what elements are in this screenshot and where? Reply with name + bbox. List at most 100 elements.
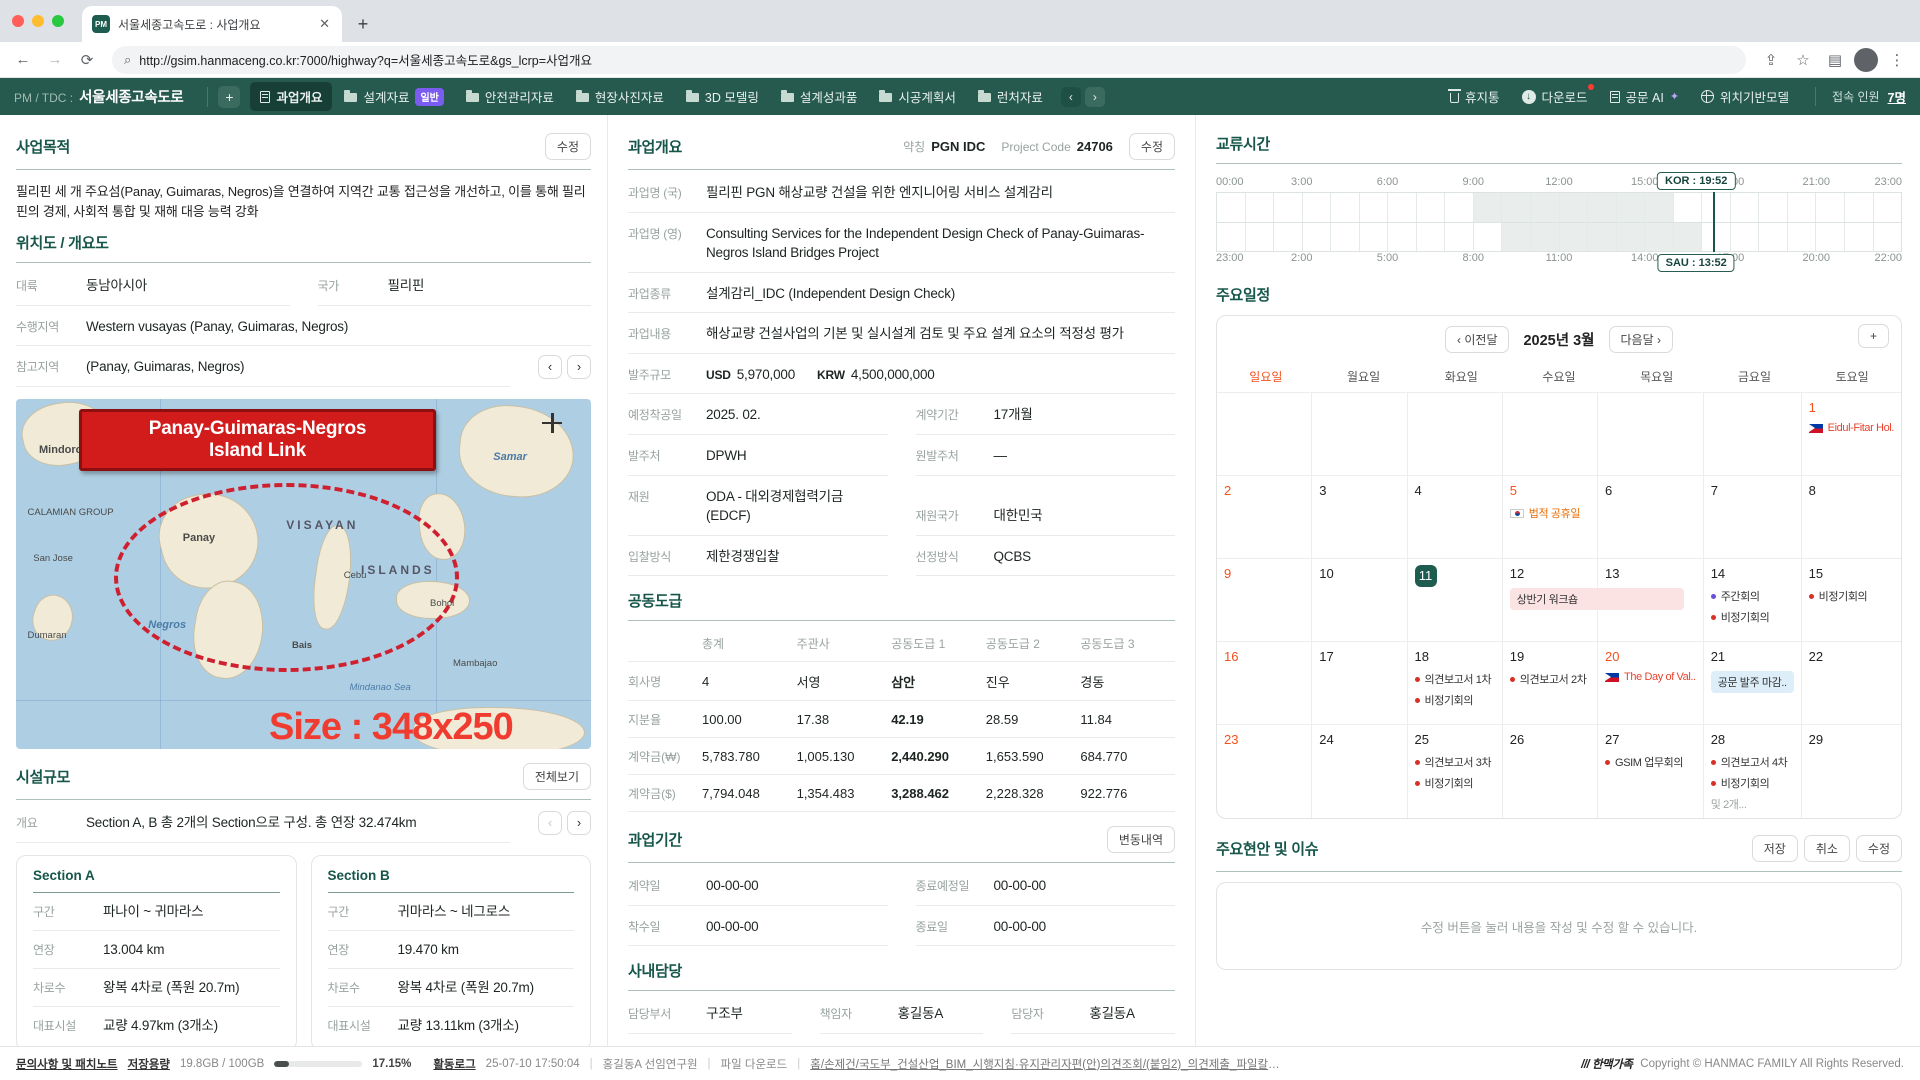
수정-button[interactable]: 수정 <box>1856 835 1902 862</box>
calendar-day-4[interactable]: 4 <box>1408 476 1503 559</box>
calendar-event[interactable]: GSIM 업무회의 <box>1605 754 1696 770</box>
calendar-day-6[interactable]: 6 <box>1598 476 1704 559</box>
next-month-button[interactable]: 다음달 › <box>1609 326 1673 353</box>
change-history-button[interactable]: 변동내역 <box>1107 826 1175 853</box>
calendar-day-1[interactable]: 1Eidul-Fitar Hol. <box>1802 393 1901 476</box>
add-tab-button[interactable]: + <box>218 86 240 108</box>
reload-icon[interactable]: ⟳ <box>74 47 100 73</box>
nav-tab-설계자료[interactable]: 설계자료일반 <box>334 82 453 111</box>
navbar-item-휴지통[interactable]: 휴지통 <box>1450 87 1500 106</box>
next-arrow-button[interactable]: › <box>567 811 591 835</box>
add-event-button[interactable]: + <box>1858 324 1889 348</box>
task-edit-button[interactable]: 수정 <box>1129 133 1175 160</box>
calendar-day-21[interactable]: 21공문 발주 마감.. <box>1704 642 1802 725</box>
calendar-day-26[interactable]: 26 <box>1503 725 1598 818</box>
calendar-day-20[interactable]: 20The Day of Val.. <box>1598 642 1704 725</box>
calendar-day-23[interactable]: 23 <box>1217 725 1312 818</box>
share-icon[interactable]: ⇪ <box>1758 47 1784 73</box>
online-users[interactable]: 접속 인원 7명 <box>1815 87 1906 106</box>
nav-tab-안전관리자료[interactable]: 안전관리자료 <box>456 82 564 111</box>
new-tab-button[interactable]: + <box>350 11 376 37</box>
joint-table-row: 지분율100.0017.3842.1928.5911.84 <box>628 701 1175 738</box>
nav-tab-설계성과품[interactable]: 설계성과품 <box>771 82 868 111</box>
inquiries-patchnotes-link[interactable]: 문의사항 및 패치노트 <box>16 1056 118 1072</box>
calendar-event[interactable]: 주간회의 <box>1711 588 1794 604</box>
task-period-title: 과업기간 <box>628 829 682 850</box>
navbar-item-위치기반모델[interactable]: 위치기반모델 <box>1701 87 1789 106</box>
calendar-event[interactable]: 비정기회의 <box>1415 775 1495 791</box>
calendar-day-9[interactable]: 9 <box>1217 559 1312 642</box>
browser-menu-icon[interactable]: ⋮ <box>1884 47 1910 73</box>
prev-arrow-button[interactable]: ‹ <box>538 355 562 379</box>
file-path-link[interactable]: 홈/손제건/국도부_건설산업_BIM_시행지침·유지관리자편(안)의견조회/(붙… <box>810 1056 1280 1072</box>
calendar-day-17[interactable]: 17 <box>1312 642 1407 725</box>
activity-log-link[interactable]: 활동로그 <box>433 1056 475 1072</box>
calendar-day-11[interactable]: 11 <box>1408 559 1503 642</box>
calendar-event[interactable]: 의견보고서 3차 <box>1415 754 1495 770</box>
nav-tab-3D 모델링[interactable]: 3D 모델링 <box>676 82 769 111</box>
calendar-day-15[interactable]: 15비정기회의 <box>1802 559 1901 642</box>
maximize-window-button[interactable] <box>52 15 64 27</box>
calendar-day-28[interactable]: 28의견보고서 4차비정기회의및 2개... <box>1704 725 1802 818</box>
nav-tab-런처자료[interactable]: 런처자료 <box>968 82 1053 111</box>
calendar-event[interactable]: 비정기회의 <box>1809 588 1894 604</box>
nav-tab-과업개요[interactable]: 과업개요 <box>250 82 332 111</box>
calendar-event[interactable]: 의견보고서 1차 <box>1415 671 1495 687</box>
forward-icon[interactable]: → <box>42 47 68 73</box>
minimize-window-button[interactable] <box>32 15 44 27</box>
calendar-day-8[interactable]: 8 <box>1802 476 1901 559</box>
issues-textarea[interactable]: 수정 버튼을 눌러 내용을 작성 및 수정 할 수 있습니다. <box>1216 882 1902 970</box>
calendar-day-22[interactable]: 22 <box>1802 642 1901 725</box>
navbar-item-공문 AI[interactable]: 공문 AI✦ <box>1610 87 1680 106</box>
profile-avatar[interactable] <box>1854 48 1878 72</box>
calendar-event[interactable]: 의견보고서 4차 <box>1711 754 1794 770</box>
calendar-event[interactable]: 비정기회의 <box>1711 609 1794 625</box>
close-window-button[interactable] <box>12 15 24 27</box>
calendar-event-more[interactable]: 및 2개... <box>1711 796 1794 812</box>
scroll-tabs-left-icon[interactable]: ‹ <box>1061 87 1081 107</box>
calendar-day-19[interactable]: 19의견보고서 2차 <box>1503 642 1598 725</box>
bookmark-star-icon[interactable]: ☆ <box>1790 47 1816 73</box>
calendar-event-band[interactable]: 공문 발주 마감.. <box>1711 671 1794 693</box>
browser-tab[interactable]: PM 서울세종고속도로 : 사업개요 ✕ <box>82 6 342 42</box>
calendar-day-3[interactable]: 3 <box>1312 476 1407 559</box>
field-과업종류: 과업종류설계감리_IDC (Independent Design Check) <box>628 273 1175 314</box>
calendar-day-12[interactable]: 12상반기 워크숍 <box>1503 559 1598 642</box>
side-panel-icon[interactable]: ▤ <box>1822 47 1848 73</box>
calendar-day-7[interactable]: 7 <box>1704 476 1802 559</box>
back-icon[interactable]: ← <box>10 47 36 73</box>
prev-arrow-button[interactable]: ‹ <box>538 811 562 835</box>
취소-button[interactable]: 취소 <box>1804 835 1850 862</box>
저장-button[interactable]: 저장 <box>1752 835 1798 862</box>
calendar-day-10[interactable]: 10 <box>1312 559 1407 642</box>
nav-tab-시공계획서[interactable]: 시공계획서 <box>869 82 966 111</box>
scroll-tabs-right-icon[interactable]: › <box>1085 87 1105 107</box>
url-bar[interactable]: ⌕ http://gsim.hanmaceng.co.kr:7000/highw… <box>112 46 1746 74</box>
tab-close-icon[interactable]: ✕ <box>317 16 332 32</box>
calendar-event[interactable]: The Day of Val.. <box>1605 671 1696 683</box>
calendar-day-16[interactable]: 16 <box>1217 642 1312 725</box>
calendar-day-25[interactable]: 25의견보고서 3차비정기회의 <box>1408 725 1503 818</box>
calendar-event[interactable]: 비정기회의 <box>1415 692 1495 708</box>
purpose-edit-button[interactable]: 수정 <box>545 133 591 160</box>
calendar-event[interactable]: Eidul-Fitar Hol. <box>1809 422 1894 434</box>
calendar-day-14[interactable]: 14주간회의비정기회의 <box>1704 559 1802 642</box>
calendar-day-2[interactable]: 2 <box>1217 476 1312 559</box>
day-number: 18 <box>1415 649 1435 664</box>
navbar-item-다운로드[interactable]: ↓다운로드 <box>1522 87 1588 106</box>
calendar-day-24[interactable]: 24 <box>1312 725 1407 818</box>
prev-month-button[interactable]: ‹ 이전달 <box>1445 326 1509 353</box>
calendar-event-band[interactable]: 상반기 워크숍 <box>1510 588 1685 610</box>
view-all-button[interactable]: 전체보기 <box>523 763 591 790</box>
calendar-day-5[interactable]: 5법적 공휴일 <box>1503 476 1598 559</box>
calendar-event[interactable]: 비정기회의 <box>1711 775 1794 791</box>
calendar-event[interactable]: 법적 공휴일 <box>1510 505 1590 521</box>
calendar-day-18[interactable]: 18 의견보고서 1차비정기회의 <box>1408 642 1503 725</box>
calendar-event[interactable]: 의견보고서 2차 <box>1510 671 1590 687</box>
timeline-cell <box>1474 223 1503 251</box>
nav-tab-현장사진자료[interactable]: 현장사진자료 <box>566 82 674 111</box>
calendar-day-29[interactable]: 29 <box>1802 725 1901 818</box>
next-arrow-button[interactable]: › <box>567 355 591 379</box>
calendar-day-27[interactable]: 27GSIM 업무회의 <box>1598 725 1704 818</box>
field-label: 대륙 <box>16 277 78 294</box>
